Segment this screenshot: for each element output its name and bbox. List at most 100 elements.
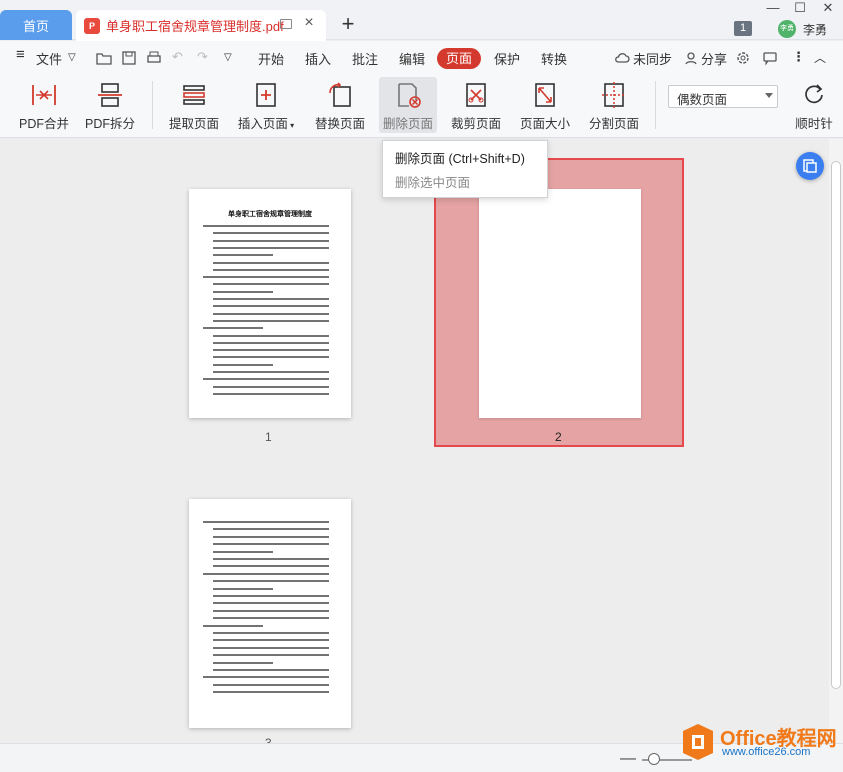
text-line (213, 632, 329, 634)
text-line (203, 225, 329, 227)
more-options-icon[interactable]: ⋮ (792, 49, 805, 65)
more-chevron-icon[interactable]: ▽ (224, 52, 232, 63)
insert-page-button[interactable]: 插入页面 ▾ (234, 77, 298, 133)
text-line (213, 639, 329, 642)
rotate-label: 顺时针 (795, 117, 833, 131)
tab-insert[interactable]: 插入 (305, 49, 331, 68)
replace-icon (329, 82, 351, 107)
page-filter-value: 偶数页面 (677, 93, 728, 107)
page-number: 3 (265, 736, 272, 743)
pdf-split-button[interactable]: PDF拆分 (82, 77, 138, 133)
text-line (213, 254, 273, 257)
page-thumbnail[interactable] (189, 499, 351, 728)
extract-page-button[interactable]: 提取页面 (164, 77, 224, 133)
redo-icon[interactable]: ↷ (197, 49, 208, 65)
text-line (213, 602, 329, 605)
open-folder-icon[interactable] (96, 50, 112, 66)
page-size-icon (535, 83, 555, 107)
page-size-button[interactable]: 页面大小 (515, 77, 575, 133)
pdf-merge-button[interactable]: PDF合并 (16, 77, 72, 133)
site-watermark: Office教程网 www.office26.com (680, 720, 840, 766)
crop-page-button[interactable]: 裁剪页面 (446, 77, 506, 133)
user-name[interactable]: 李勇 (803, 21, 827, 38)
pdf-split-label: PDF拆分 (84, 117, 135, 131)
delete-page-button[interactable]: 删除页面 (379, 77, 437, 133)
document-tab-label: 单身职工宿舍规章管理制度.pdf (106, 19, 284, 34)
ribbon-separator (152, 81, 153, 129)
text-line (203, 521, 329, 523)
extract-icon (183, 85, 205, 105)
share-icon[interactable] (683, 50, 699, 66)
page-doc-title: 单身职工宿舍规章管理制度 (228, 211, 312, 218)
tab-annotate[interactable]: 批注 (352, 49, 378, 68)
share-button[interactable]: 分享 (701, 49, 727, 68)
home-tab[interactable]: 首页 (0, 10, 72, 40)
maximize-icon[interactable]: ☐ (790, 1, 810, 15)
page-thumbnail-area[interactable]: 单身职工宿舍规章管理制度 1 2 3 (0, 139, 829, 743)
text-line (213, 319, 329, 322)
divide-icon (602, 82, 626, 108)
split-icon (98, 83, 122, 107)
minimize-icon[interactable]: — (763, 1, 783, 15)
text-line (203, 276, 329, 279)
tab-edit[interactable]: 编辑 (399, 49, 425, 68)
replace-page-label: 替换页面 (314, 117, 365, 131)
crop-page-label: 裁剪页面 (450, 117, 501, 131)
zoom-out-icon[interactable]: — (620, 750, 636, 768)
page-view-float-button[interactable] (796, 152, 824, 180)
text-line (213, 528, 329, 531)
tooltip-title: 删除页面 (Ctrl+Shift+D) (395, 152, 525, 166)
avatar[interactable]: 李勇 (778, 20, 796, 38)
chevron-down-icon (765, 93, 773, 98)
close-window-icon[interactable]: ✕ (818, 1, 838, 15)
menu-file[interactable]: 文件 (36, 49, 62, 68)
save-icon[interactable] (121, 50, 137, 66)
ribbon-separator (655, 81, 656, 129)
hamburger-icon[interactable]: ≡ (16, 46, 25, 63)
print-icon[interactable] (146, 50, 162, 66)
text-line (213, 558, 329, 560)
text-line (213, 543, 329, 546)
notification-badge[interactable]: 1 (734, 21, 752, 36)
tab-convert[interactable]: 转换 (541, 49, 567, 68)
text-line (213, 683, 329, 686)
tab-start[interactable]: 开始 (258, 49, 284, 68)
comment-icon[interactable] (762, 50, 778, 66)
text-line (213, 334, 329, 337)
text-line (213, 363, 273, 366)
document-tab[interactable]: P 单身职工宿舍规章管理制度.pdf × (76, 10, 326, 41)
delete-page-tooltip: 删除页面 (Ctrl+Shift+D) 删除选中页面 (382, 140, 548, 198)
page-thumbnail-selected[interactable] (479, 189, 641, 418)
text-line (213, 565, 329, 568)
text-line (213, 609, 329, 612)
tab-protect[interactable]: 保护 (494, 49, 520, 68)
gear-icon[interactable] (735, 50, 751, 66)
close-tab-icon[interactable]: × (301, 15, 317, 31)
merge-icon (32, 85, 56, 105)
title-bar: 首页 P 单身职工宿舍规章管理制度.pdf × + 1 李勇 李勇 — ☐ ✕ (0, 0, 843, 41)
sync-status[interactable]: 未同步 (633, 49, 672, 68)
undo-icon[interactable]: ↶ (172, 49, 183, 65)
page-filter-select[interactable]: 偶数页面 (668, 85, 778, 108)
scrollbar-thumb[interactable] (831, 161, 841, 689)
cloud-icon[interactable] (614, 50, 630, 66)
text-line (213, 385, 329, 388)
rotate-clockwise-button[interactable]: 顺时针 (788, 77, 840, 133)
page-thumbnail[interactable]: 单身职工宿舍规章管理制度 (189, 189, 351, 418)
insert-page-icon (256, 83, 276, 107)
text-line (213, 312, 329, 315)
text-line (213, 691, 329, 694)
collapse-ribbon-icon[interactable]: ︿ (814, 49, 826, 66)
text-line (203, 572, 329, 575)
divide-page-button[interactable]: 分割页面 (584, 77, 644, 133)
vertical-scrollbar[interactable] (829, 139, 843, 743)
zoom-slider-knob[interactable] (648, 753, 660, 765)
text-line (213, 356, 329, 359)
tab-page[interactable]: 页面 (437, 48, 481, 69)
replace-page-button[interactable]: 替换页面 (310, 77, 370, 133)
text-line (213, 298, 329, 300)
window-icon[interactable] (280, 19, 292, 29)
chevron-down-icon[interactable]: ▽ (68, 52, 76, 63)
new-tab-button[interactable]: + (338, 13, 358, 35)
extract-page-label: 提取页面 (168, 117, 219, 131)
